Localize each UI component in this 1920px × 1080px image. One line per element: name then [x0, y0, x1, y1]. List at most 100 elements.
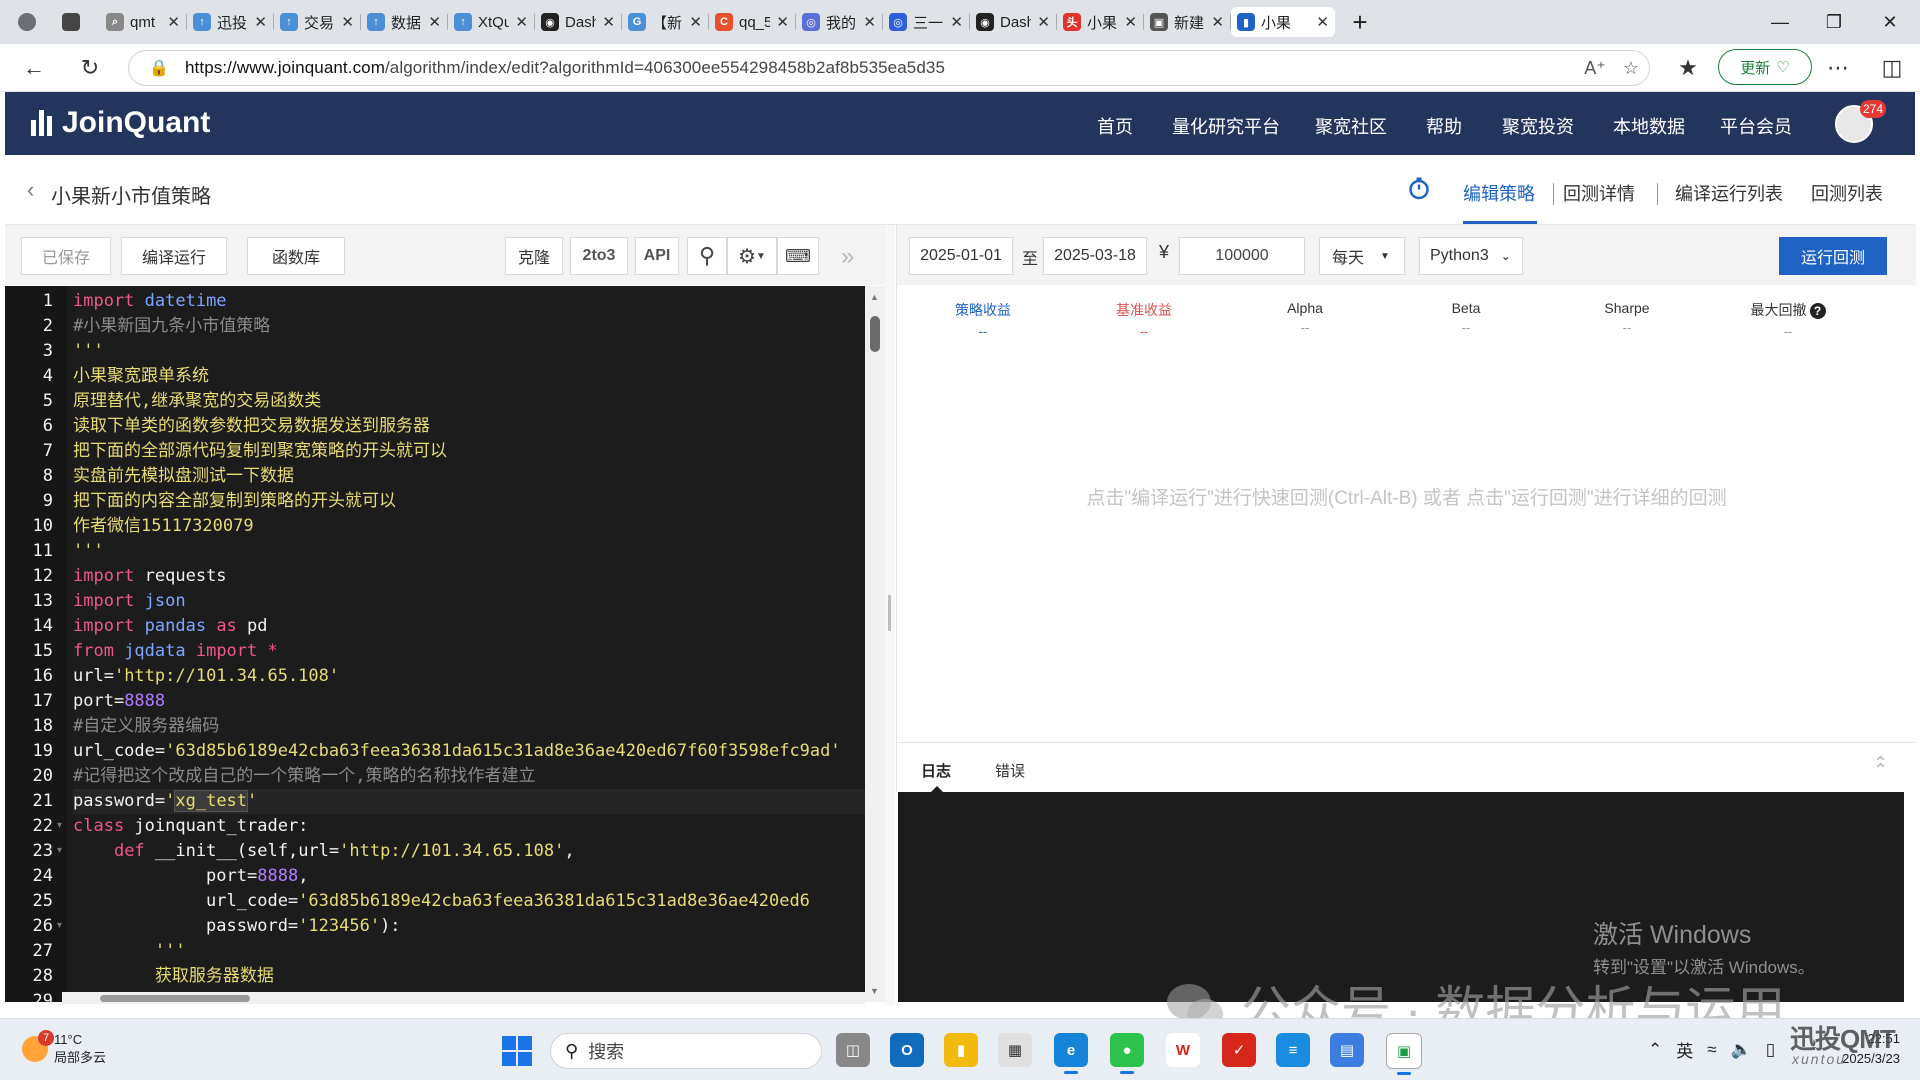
store-icon[interactable]: ▦: [998, 1033, 1032, 1067]
browser-tab[interactable]: ↑ 迅投 ✕: [187, 7, 273, 37]
code-line[interactable]: ''': [73, 939, 186, 964]
minimize-icon[interactable]: —: [1752, 0, 1808, 44]
capital-input[interactable]: 100000: [1179, 237, 1305, 275]
edge-browser-icon[interactable]: e: [1054, 1033, 1088, 1074]
trading-app-icon[interactable]: ▤: [1330, 1033, 1364, 1067]
strategy-title[interactable]: 小果新小市值策略: [51, 180, 211, 209]
read-aloud-icon[interactable]: A⁺: [1577, 58, 1613, 79]
browser-tab[interactable]: ◉ Dash ✕: [970, 7, 1056, 37]
clone-button[interactable]: 克隆: [505, 237, 563, 275]
browser-tab[interactable]: Cqq_5 ✕: [709, 7, 795, 37]
search-icon[interactable]: ⚲: [687, 237, 727, 275]
saved-button[interactable]: 已保存: [21, 237, 111, 275]
close-icon[interactable]: ✕: [1211, 13, 1224, 31]
close-window-icon[interactable]: ✕: [1862, 0, 1918, 44]
favorites-icon[interactable]: ★: [1672, 52, 1704, 84]
browser-tab[interactable]: ◉ Dash ✕: [535, 7, 621, 37]
code-line[interactable]: port=8888,: [73, 864, 308, 889]
code-line[interactable]: def __init__(self,url='http://101.34.65.…: [73, 839, 575, 864]
scroll-thumb[interactable]: [100, 995, 250, 1002]
chevron-up-icon[interactable]: ⌃: [1648, 1040, 1662, 1060]
browser-tab[interactable]: ↑ 数据 ✕: [361, 7, 447, 37]
code-line[interactable]: #小果新国九条小市值策略: [73, 314, 270, 339]
function-library-button[interactable]: 函数库: [247, 237, 345, 275]
tab-actions-button[interactable]: [56, 7, 90, 37]
fold-arrow-icon[interactable]: ▾: [57, 920, 62, 931]
close-icon[interactable]: ✕: [689, 13, 702, 31]
tab-strategy[interactable]: 编译运行列表: [1675, 180, 1783, 206]
code-line[interactable]: #记得把这个改成自己的一个策略一个,策略的名称找作者建立: [73, 764, 535, 789]
more-menu-icon[interactable]: ⋯: [1822, 52, 1854, 84]
refresh-icon[interactable]: ↻: [74, 52, 106, 84]
frequency-select[interactable]: 每天 ▼: [1319, 237, 1405, 275]
volume-muted-icon[interactable]: 🔈: [1731, 1040, 1752, 1060]
code-line[interactable]: 读取下单类的函数参数把交易数据发送到服务器: [73, 414, 430, 439]
code-line[interactable]: port=8888: [73, 689, 165, 714]
back-chevron-icon[interactable]: ‹: [27, 177, 34, 203]
browser-tab[interactable]: ▮ 小果 ✕: [1231, 7, 1335, 37]
code-editor[interactable]: 1 2 3 4 5 6 7 8 9 10 11 12 13 14 15 16 17 18 19 20 21 22 ▾ 23 ▾ 2…: [5, 286, 865, 1002]
file-explorer-icon[interactable]: ▮: [944, 1033, 978, 1067]
close-icon[interactable]: ✕: [1124, 13, 1137, 31]
close-icon[interactable]: ✕: [515, 13, 528, 31]
pdf-icon[interactable]: ✓: [1222, 1033, 1256, 1067]
tab-strategy[interactable]: 编辑策略: [1463, 180, 1535, 206]
nav-item[interactable]: 聚宽投资: [1502, 113, 1574, 139]
editor-vertical-scrollbar[interactable]: ▲ ▼: [865, 286, 885, 1002]
wifi-icon[interactable]: ≈: [1707, 1040, 1716, 1060]
end-date-input[interactable]: 2025-03-18: [1043, 237, 1147, 275]
fold-arrow-icon[interactable]: ▾: [57, 845, 62, 856]
2to3-button[interactable]: 2to3: [570, 237, 628, 275]
nav-item[interactable]: 量化研究平台: [1172, 113, 1280, 139]
close-icon[interactable]: ✕: [950, 13, 963, 31]
settings-gear-icon[interactable]: ⚙ ▼: [727, 237, 777, 275]
close-icon[interactable]: ✕: [428, 13, 441, 31]
start-date-input[interactable]: 2025-01-01: [909, 237, 1013, 275]
outlook-icon[interactable]: O: [890, 1033, 924, 1067]
code-line[interactable]: from jqdata import *: [73, 639, 278, 664]
browser-tab[interactable]: ◎ 我的 ✕: [796, 7, 882, 37]
joinquant-logo[interactable]: JoinQuant: [31, 106, 210, 140]
taskbar-search[interactable]: ⚲ 搜索: [550, 1033, 822, 1069]
tab-strategy[interactable]: 回测详情: [1563, 180, 1635, 206]
nav-item[interactable]: 平台会员: [1720, 113, 1792, 139]
code-line[interactable]: 作者微信15117320079: [73, 514, 254, 539]
code-line[interactable]: class joinquant_trader:: [73, 814, 308, 839]
code-line[interactable]: import requests: [73, 564, 227, 589]
code-line[interactable]: ''': [73, 339, 104, 364]
url-field[interactable]: 🔒 https://www.joinquant.com/algorithm/in…: [128, 50, 1650, 86]
code-line[interactable]: 获取服务器数据: [73, 964, 274, 989]
remote-desktop-icon[interactable]: ▣: [1386, 1033, 1422, 1075]
code-line[interactable]: 实盘前先模拟盘测试一下数据: [73, 464, 294, 489]
close-icon[interactable]: ✕: [602, 13, 615, 31]
favorite-star-icon[interactable]: ☆: [1613, 58, 1649, 79]
api-button[interactable]: API: [635, 237, 679, 275]
wechat-app-icon[interactable]: ●: [1110, 1033, 1144, 1074]
nav-item[interactable]: 聚宽社区: [1315, 113, 1387, 139]
code-line[interactable]: url_code='63d85b6189e42cba63feea36381da6…: [73, 889, 810, 914]
code-line[interactable]: password='xg_test': [73, 789, 865, 814]
keyboard-icon[interactable]: ⌨: [777, 237, 819, 275]
profile-avatar[interactable]: [12, 7, 46, 37]
tab-strategy[interactable]: 回测列表: [1811, 180, 1883, 206]
scroll-thumb[interactable]: [870, 316, 880, 352]
close-icon[interactable]: ✕: [1037, 13, 1050, 31]
browser-tab[interactable]: G 【新 ✕: [622, 7, 708, 37]
browser-tab[interactable]: ▣ 新建 ✕: [1144, 7, 1230, 37]
help-icon[interactable]: ?: [1809, 303, 1826, 319]
code-line[interactable]: url='http://101.34.65.108': [73, 664, 339, 689]
browser-tab[interactable]: ◎ 三一 ✕: [883, 7, 969, 37]
code-line[interactable]: url_code='63d85b6189e42cba63feea36381da6…: [73, 739, 841, 764]
notepad-icon[interactable]: ≡: [1276, 1033, 1310, 1067]
new-tab-button[interactable]: +: [1340, 0, 1380, 44]
wps-icon[interactable]: W: [1166, 1033, 1200, 1067]
code-line[interactable]: #自定义服务器编码: [73, 714, 219, 739]
sidebar-toggle-icon[interactable]: ◫: [1876, 52, 1908, 84]
close-icon[interactable]: ✕: [863, 13, 876, 31]
browser-tab[interactable]: ↑ 交易 ✕: [274, 7, 360, 37]
nav-item[interactable]: 帮助: [1426, 113, 1462, 139]
start-button-icon[interactable]: [502, 1036, 532, 1066]
maximize-icon[interactable]: ❐: [1806, 0, 1862, 44]
update-button[interactable]: 更新 ♡: [1718, 49, 1812, 85]
code-line[interactable]: import datetime: [73, 289, 227, 314]
